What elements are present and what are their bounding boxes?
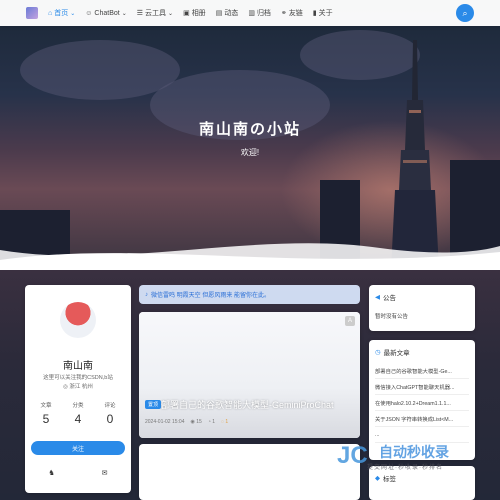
nav-item-label: 云工具 xyxy=(145,10,167,17)
nav-item-label: 相册 xyxy=(191,10,206,17)
bell-icon: ♪ xyxy=(145,291,148,298)
location-text: 浙江 杭州 xyxy=(69,384,93,390)
recent-posts-list: 部署自己的谷歌智能大模型-Ge... 微信接入ChatGPT智能聊天机器... … xyxy=(375,363,469,443)
nav-item-label: 动态 xyxy=(224,10,239,17)
post-date: 2024-01-02 15:04 xyxy=(145,419,185,425)
nav-menu: ⌂ 首页 ⌄ ☺ ChatBot ⌄ ☰ 云工具 ⌄ ▣ 相册 ▤ 动态 ▥ 归档 ⚭ 友链 ▮ 关于 xyxy=(43,0,338,26)
site-title: 南山南の小站 xyxy=(198,121,301,138)
profile-social-icons: ♞ ✉ xyxy=(25,469,131,477)
nav-item-1[interactable]: ☺ ChatBot ⌄ xyxy=(80,0,131,26)
nav-item-0[interactable]: ⌂ 首页 ⌄ xyxy=(43,0,80,26)
search-icon[interactable]: ⌕ xyxy=(456,4,474,22)
nav-item-6[interactable]: ⚭ 友链 xyxy=(276,0,308,26)
album-icon: ▣ xyxy=(183,10,190,17)
pinned-badge: 置顶 xyxy=(145,400,162,409)
profile-name: 南山南 xyxy=(63,361,93,372)
list-item[interactable]: 在使用halo2.10.2+Dream1.1.1... xyxy=(375,395,469,411)
nav-item-2[interactable]: ☰ 云工具 ⌄ xyxy=(132,0,178,26)
stat-label: 文章 xyxy=(40,403,52,409)
watermark-text: 自动秒收录 xyxy=(379,444,449,460)
mail-icon[interactable]: ✉ xyxy=(102,469,108,477)
profile-stats: 文章 5 分类 4 评论 0 xyxy=(31,401,125,426)
site-subtitle: 欢迎! xyxy=(240,148,260,157)
stat-comments[interactable]: 评论 0 xyxy=(95,401,125,426)
post-likes: ◔ 1 xyxy=(207,419,216,425)
nav-item-label: 关于 xyxy=(318,10,333,17)
stat-value: 0 xyxy=(106,412,114,426)
stat-value: 5 xyxy=(42,412,50,426)
notice-bar: ♪ 微信雷鸣 明霞天空 但愿风雨来 能留你在此。 xyxy=(139,285,360,304)
post-comments: ◌ 1 xyxy=(221,419,229,425)
list-item[interactable]: 微信接入ChatGPT智能聊天机器... xyxy=(375,379,469,395)
chevron-down-icon: ⌄ xyxy=(168,10,174,17)
home-icon: ⌂ xyxy=(48,9,53,17)
watermark-slogan: 提交网址·秒收录·秒排名 xyxy=(367,465,443,471)
site-logo[interactable] xyxy=(26,7,38,19)
post-views: ◉ 15 xyxy=(190,419,202,425)
archive-icon: ▥ xyxy=(248,10,255,17)
stat-categories[interactable]: 分类 4 xyxy=(63,401,93,426)
profile-description: 这里可以关注我的CSDN,b站 xyxy=(43,375,113,381)
widget-title-text: 公告 xyxy=(383,295,396,302)
avatar[interactable] xyxy=(60,302,96,338)
stat-value: 4 xyxy=(74,412,82,426)
profile-location: ◎ 浙江 杭州 xyxy=(25,382,131,390)
announcement-widget: ◀ 公告 暂时没有公告 xyxy=(369,285,475,331)
list-item[interactable]: 关于JSON 字符串转换成List<M... xyxy=(375,411,469,427)
widget-title: ◀ 公告 xyxy=(375,292,396,302)
robot-icon: ☺ xyxy=(85,9,93,17)
moments-icon: ▤ xyxy=(215,10,223,17)
about-icon: ▮ xyxy=(312,10,317,17)
nav-item-label: 友链 xyxy=(288,10,303,17)
nav-item-5[interactable]: ▥ 归档 xyxy=(243,0,276,26)
stat-articles[interactable]: 文章 5 xyxy=(31,401,61,426)
post-card[interactable]: A 置顶 部署自己的谷歌智能大模型-GeminiProChat 2024-01-… xyxy=(139,312,360,438)
chevron-down-icon: ⌄ xyxy=(70,10,76,17)
nav-item-4[interactable]: ▤ 动态 xyxy=(211,0,244,26)
chevron-down-icon: ⌄ xyxy=(121,10,127,17)
nav-item-3[interactable]: ▣ 相册 xyxy=(178,0,211,26)
clock-icon: ◷ xyxy=(375,349,381,356)
link-icon: ⚭ xyxy=(280,10,287,17)
nav-item-7[interactable]: ▮ 关于 xyxy=(308,0,338,26)
nav-item-label: 首页 xyxy=(54,10,69,17)
list-item[interactable]: 部署自己的谷歌智能大模型-Ge... xyxy=(375,363,469,379)
tools-icon: ☰ xyxy=(136,10,144,17)
nav-item-label: ChatBot xyxy=(94,9,120,17)
widget-title-text: 最新文章 xyxy=(383,350,410,357)
post-card[interactable] xyxy=(139,444,360,500)
notice-text: 微信雷鸣 明霞天空 但愿风雨来 能留你在此。 xyxy=(151,293,271,299)
post-meta: 2024-01-02 15:04 ◉ 15 ◔ 1 ◌ 1 xyxy=(145,419,228,425)
stat-label: 分类 xyxy=(72,403,84,409)
top-navbar: ⌂ 首页 ⌄ ☺ ChatBot ⌄ ☰ 云工具 ⌄ ▣ 相册 ▤ 动态 ▥ 归档 ⚭ 友链 ▮ 关于 ⌕ xyxy=(0,0,500,26)
nav-item-label: 归档 xyxy=(256,10,271,17)
widget-title: ◷ 最新文章 xyxy=(375,347,410,357)
hero-wave xyxy=(0,243,500,275)
post-title[interactable]: 部署自己的谷歌智能大模型-GeminiProChat xyxy=(161,398,334,411)
ad-tag: A xyxy=(345,316,355,326)
qq-icon[interactable]: ♞ xyxy=(48,469,54,477)
profile-card: 南山南 这里可以关注我的CSDN,b站 ◎ 浙江 杭州 文章 5 分类 4 评论… xyxy=(25,285,131,493)
megaphone-icon: ◀ xyxy=(375,294,380,301)
stat-label: 评论 xyxy=(104,403,116,409)
announcement-body: 暂时没有公告 xyxy=(375,314,409,320)
watermark: JC 自动秒收录 提交网址·秒收录·秒排名 xyxy=(337,440,487,490)
follow-button[interactable]: 关注 xyxy=(31,441,125,455)
